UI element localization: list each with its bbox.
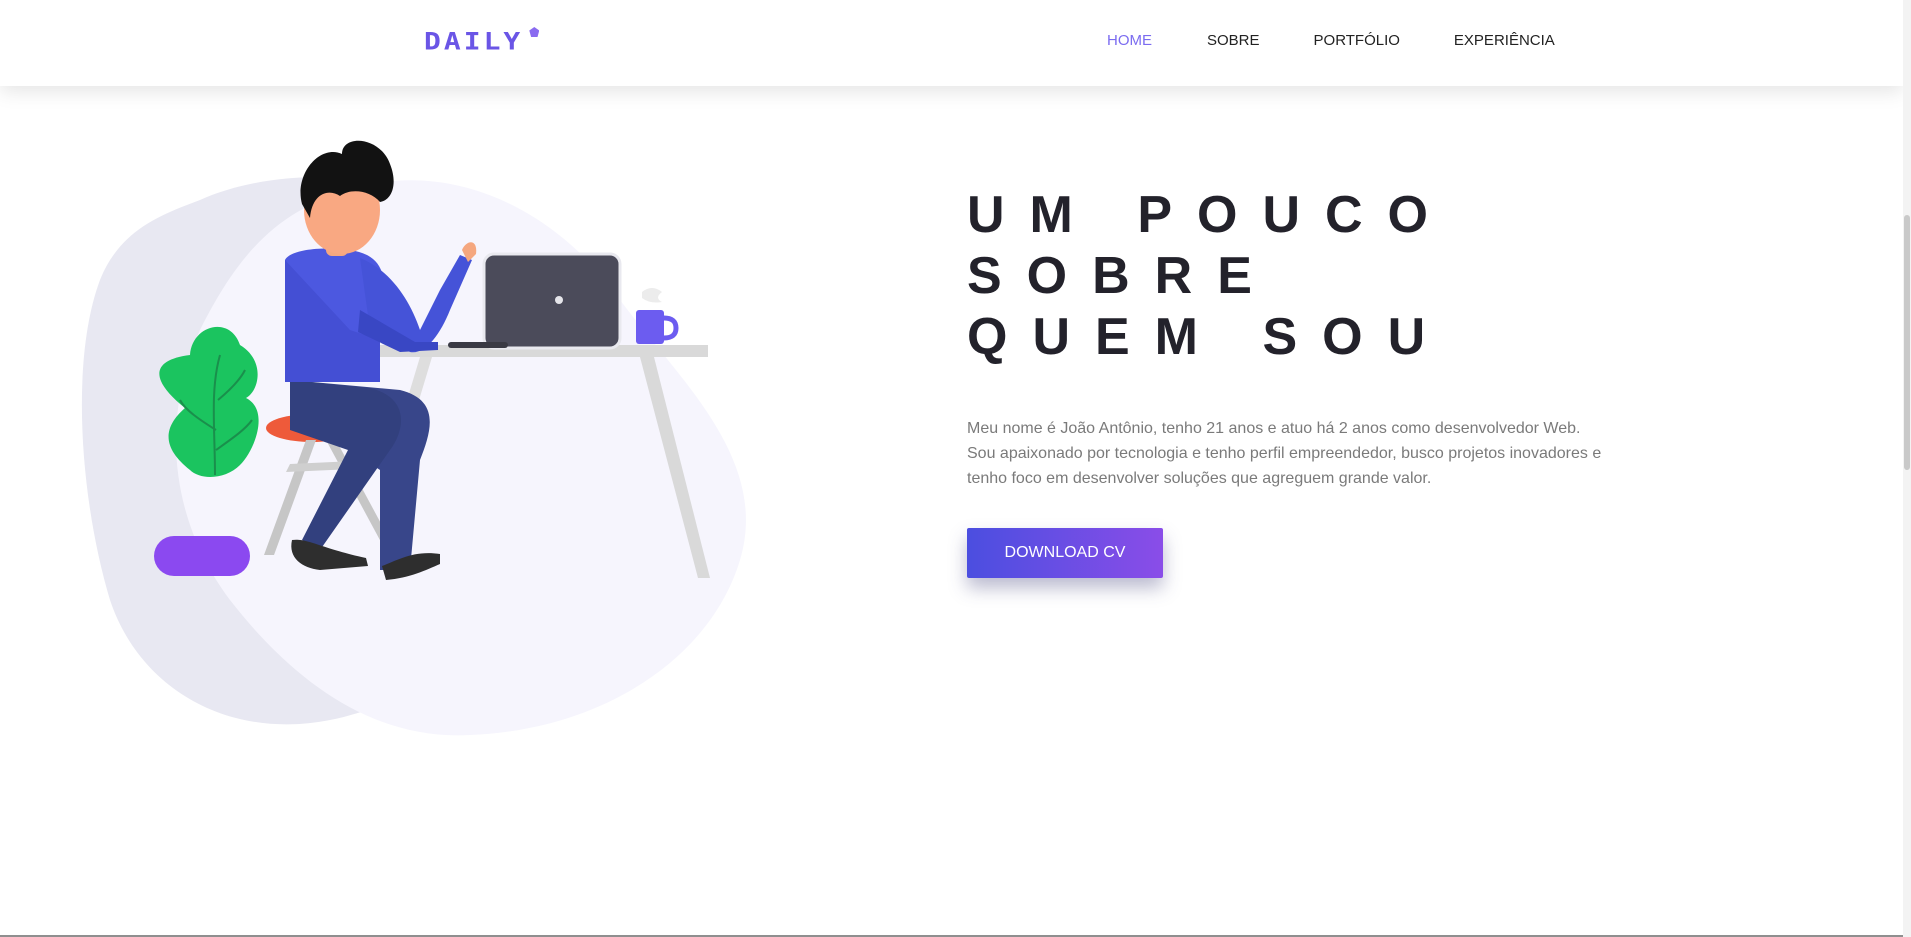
about-title-line-1: UM POUCO: [967, 186, 1453, 244]
about-title: UM POUCO SOBRE QUEM SOU: [967, 185, 1607, 368]
site-header: DAILY HOME SOBRE PORTFÓLIO EXPERIÊNCIA: [0, 0, 1903, 86]
mug-steam: [642, 288, 662, 303]
about-description: Meu nome é João Antônio, tenho 21 anos e…: [967, 420, 1602, 487]
about-section: UM POUCO SOBRE QUEM SOU Meu nome é João …: [967, 185, 1607, 578]
nav-sobre[interactable]: SOBRE: [1207, 31, 1260, 51]
nav-experiencia[interactable]: EXPERIÊNCIA: [1454, 31, 1555, 51]
developer-illustration: [81, 140, 746, 736]
mug-body: [636, 310, 664, 344]
nav-portfolio[interactable]: PORTFÓLIO: [1314, 31, 1400, 51]
mug-handle: [663, 315, 679, 341]
laptop-screen: [482, 252, 622, 350]
main-nav: HOME SOBRE PORTFÓLIO EXPERIÊNCIA: [1107, 31, 1555, 51]
laptop-base: [448, 342, 508, 348]
about-title-line-3: QUEM SOU: [967, 308, 1451, 366]
laptop-logo: [555, 296, 563, 304]
nav-home[interactable]: HOME: [1107, 31, 1152, 51]
plant-pot: [154, 536, 250, 576]
vertical-scrollbar[interactable]: [1903, 0, 1911, 937]
logo[interactable]: DAILY: [424, 25, 540, 65]
page: DAILY HOME SOBRE PORTFÓLIO EXPERIÊNCIA U…: [0, 0, 1911, 937]
about-title-line-2: SOBRE: [967, 247, 1277, 305]
logo-gem-icon: [529, 27, 540, 37]
download-cv-button[interactable]: DOWNLOAD CV: [967, 528, 1163, 578]
scrollbar-thumb[interactable]: [1904, 215, 1910, 470]
logo-text: DAILY: [424, 27, 524, 56]
